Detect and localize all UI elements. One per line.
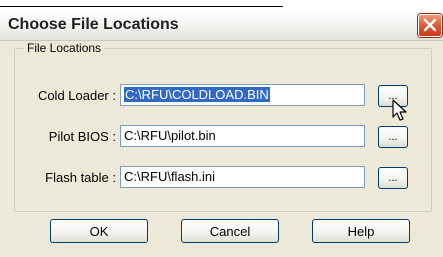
divider-line — [0, 6, 283, 7]
pilot-bios-input[interactable]: C:\RFU\pilot.bin — [120, 125, 365, 147]
help-button[interactable]: Help — [312, 219, 410, 243]
pilot-bios-value: C:\RFU\pilot.bin — [124, 128, 216, 143]
cold-loader-value: C:\RFU\COLDLOAD.BIN — [124, 87, 270, 102]
group-legend: File Locations — [24, 41, 105, 55]
close-button[interactable] — [418, 14, 442, 37]
flash-table-input[interactable]: C:\RFU\flash.ini — [120, 166, 365, 188]
flash-table-label: Flash table : — [45, 170, 116, 185]
pilot-bios-label: Pilot BIOS : — [48, 129, 116, 144]
window-title: Choose File Locations — [8, 16, 179, 33]
background-strip — [0, 0, 443, 10]
pilot-bios-browse-button[interactable]: ... — [378, 126, 408, 148]
mouse-pointer-icon — [392, 99, 407, 121]
flash-table-value: C:\RFU\flash.ini — [124, 169, 216, 184]
cold-loader-input[interactable]: C:\RFU\COLDLOAD.BIN — [120, 84, 365, 106]
ok-button[interactable]: OK — [50, 219, 148, 243]
close-icon — [423, 18, 437, 32]
title-bar[interactable]: Choose File Locations — [0, 10, 443, 41]
cancel-button[interactable]: Cancel — [181, 219, 279, 243]
flash-table-browse-button[interactable]: ... — [378, 167, 408, 189]
cold-loader-label: Cold Loader : — [37, 88, 116, 103]
